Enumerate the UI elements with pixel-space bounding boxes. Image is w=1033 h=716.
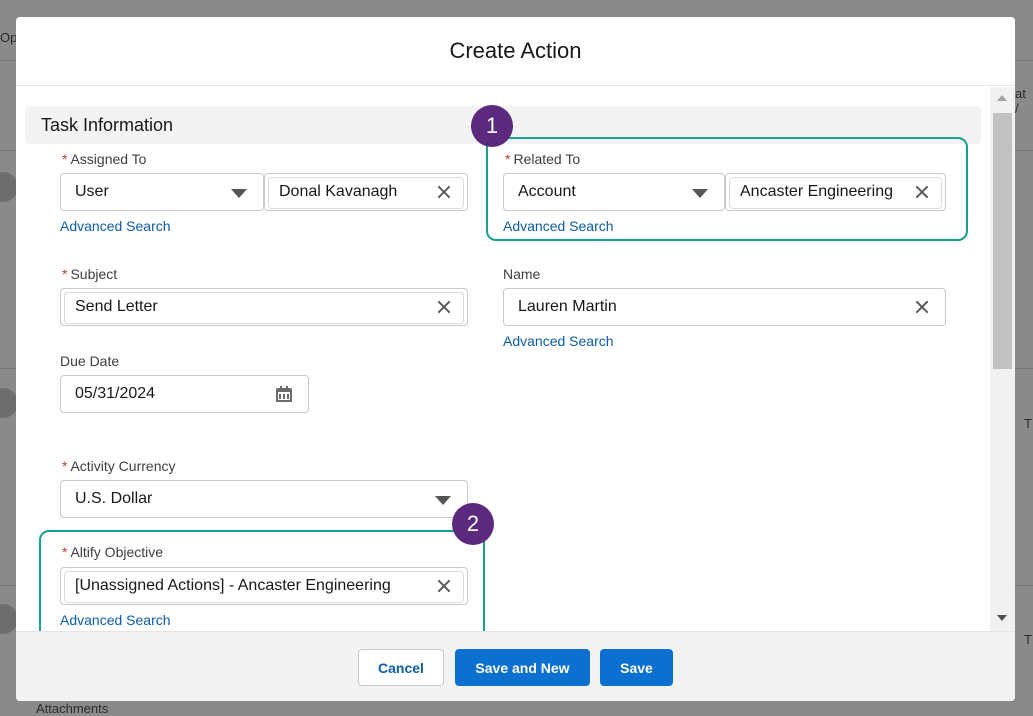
activity-currency-value: U.S. Dollar bbox=[75, 490, 153, 507]
activity-currency-select[interactable]: U.S. Dollar bbox=[60, 480, 468, 518]
subject-label: * Subject bbox=[62, 266, 118, 282]
subject-value: Send Letter bbox=[75, 298, 158, 315]
activity-currency-label: * Activity Currency bbox=[62, 458, 176, 474]
scroll-down-arrow-icon[interactable] bbox=[997, 615, 1007, 621]
modal-scrollbar[interactable] bbox=[990, 87, 1015, 631]
assigned-to-type-value: User bbox=[75, 183, 109, 200]
callout-badge-1: 1 bbox=[471, 105, 513, 147]
due-date-label: Due Date bbox=[60, 353, 120, 369]
save-and-new-button[interactable]: Save and New bbox=[455, 649, 590, 686]
callout-highlight-altify-objective bbox=[39, 530, 485, 631]
assigned-to-lookup[interactable]: Donal Kavanagh bbox=[264, 173, 468, 211]
name-value: Lauren Martin bbox=[518, 298, 617, 315]
modal-title: Create Action bbox=[449, 38, 582, 63]
close-icon[interactable] bbox=[435, 182, 453, 202]
due-date-input[interactable]: 05/31/2024 bbox=[60, 375, 309, 413]
background-attachments-label: Attachments bbox=[36, 701, 109, 716]
close-icon[interactable] bbox=[913, 297, 931, 317]
background-row-text: T bbox=[1024, 416, 1032, 431]
save-button[interactable]: Save bbox=[600, 649, 673, 686]
modal-body: Task Information * Assigned To User Donal… bbox=[16, 87, 1015, 631]
background-tab-text: Op bbox=[0, 30, 18, 45]
close-icon[interactable] bbox=[435, 297, 453, 317]
required-marker: * bbox=[62, 458, 68, 474]
background-row-text: T bbox=[1024, 632, 1032, 647]
background-column-text: at / bbox=[1015, 86, 1026, 116]
section-title: Task Information bbox=[41, 115, 174, 135]
assigned-to-type-select[interactable]: User bbox=[60, 173, 264, 211]
modal-footer: Cancel Save and New Save bbox=[16, 631, 1015, 701]
required-marker: * bbox=[62, 266, 68, 282]
callout-highlight-related-to bbox=[486, 137, 968, 241]
modal-header: Create Action bbox=[16, 17, 1015, 86]
due-date-value: 05/31/2024 bbox=[75, 385, 156, 402]
calendar-icon[interactable] bbox=[276, 386, 292, 402]
chevron-down-icon bbox=[231, 189, 247, 198]
assigned-to-value: Donal Kavanagh bbox=[279, 183, 398, 200]
assigned-to-label: * Assigned To bbox=[62, 151, 147, 167]
cancel-button[interactable]: Cancel bbox=[358, 649, 444, 686]
name-advanced-search-link[interactable]: Advanced Search bbox=[503, 333, 614, 349]
assigned-to-advanced-search-link[interactable]: Advanced Search bbox=[60, 218, 171, 234]
scrollbar-thumb[interactable] bbox=[993, 113, 1012, 369]
name-lookup[interactable]: Lauren Martin bbox=[503, 288, 946, 326]
callout-badge-2: 2 bbox=[452, 503, 494, 545]
create-action-modal: Create Action Task Information * Assigned… bbox=[16, 17, 1015, 701]
scroll-up-arrow-icon[interactable] bbox=[997, 95, 1007, 101]
name-label: Name bbox=[503, 266, 541, 282]
chevron-down-icon bbox=[435, 496, 451, 505]
required-marker: * bbox=[62, 151, 68, 167]
subject-input[interactable]: Send Letter bbox=[60, 288, 468, 326]
